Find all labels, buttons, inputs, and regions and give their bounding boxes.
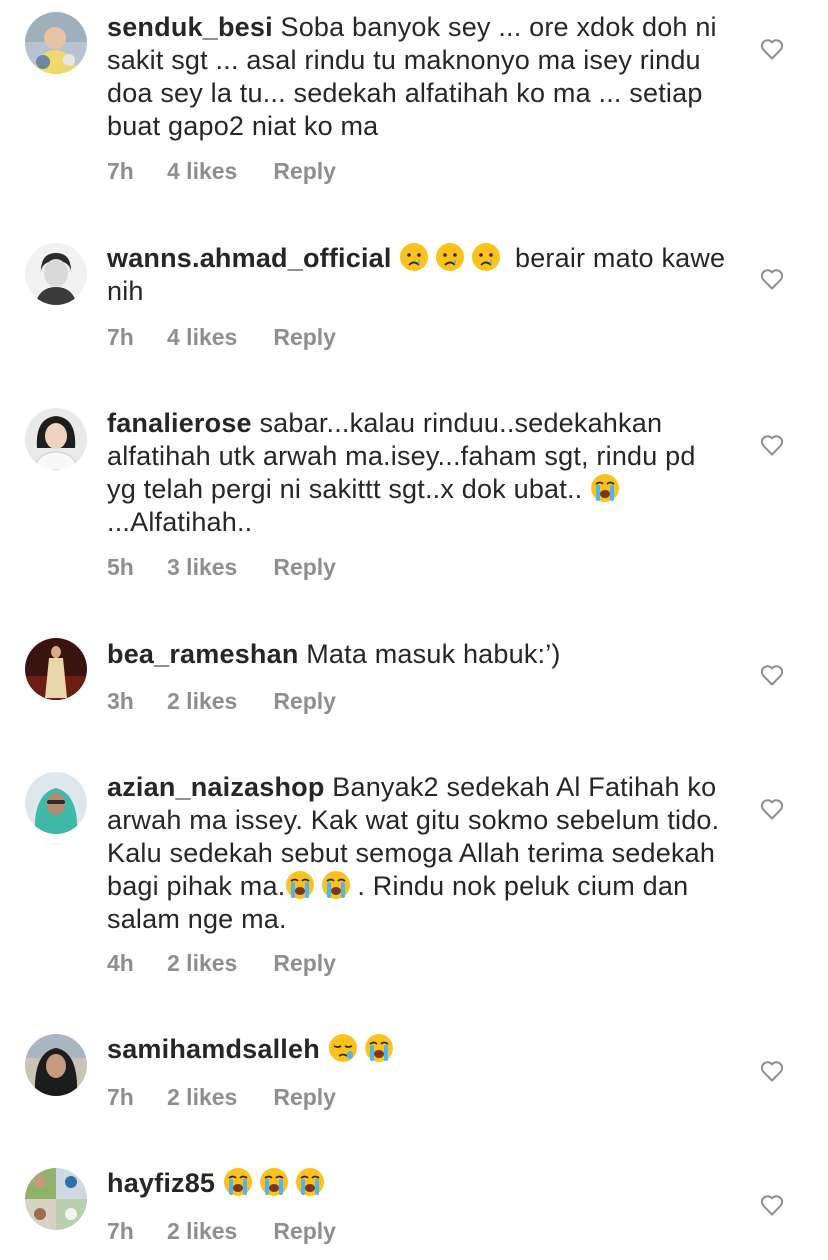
loudly-crying-face-icon — [364, 1034, 393, 1062]
crying-face-icon — [400, 243, 429, 271]
comment-meta: 7h 4 likes Reply — [107, 323, 336, 351]
loudly-crying-face-icon — [223, 1168, 252, 1196]
comment-meta: 3h 2 likes Reply — [107, 687, 336, 715]
comment-time: 7h — [107, 158, 134, 184]
like-heart-icon[interactable] — [760, 38, 784, 60]
loudly-crying-face-icon — [322, 871, 351, 899]
crying-face-icon — [436, 243, 465, 271]
like-heart-icon[interactable] — [760, 664, 784, 686]
comment-text: hayfiz85 — [107, 1167, 727, 1200]
comment-body: Mata masuk habuk:’) — [306, 639, 561, 669]
comment-meta: 7h 4 likes Reply — [107, 157, 336, 185]
reply-button[interactable]: Reply — [273, 687, 336, 715]
reply-button[interactable]: Reply — [273, 949, 336, 977]
comment-meta: 4h 2 likes Reply — [107, 949, 336, 977]
loudly-crying-face-icon — [259, 1168, 288, 1196]
comment-username[interactable]: hayfiz85 — [107, 1168, 215, 1198]
comment-time: 7h — [107, 1084, 134, 1110]
comment-username[interactable]: azian_naizashop — [107, 772, 325, 802]
comment-text: azian_naizashop Banyak2 sedekah Al Fatih… — [107, 771, 727, 936]
likes-count[interactable]: 2 likes — [167, 1083, 237, 1111]
comment-username[interactable]: fanalierose — [107, 408, 252, 438]
comment-username[interactable]: bea_rameshan — [107, 639, 299, 669]
comment-meta: 7h 2 likes Reply — [107, 1217, 336, 1245]
comment-text: wanns.ahmad_official berair mato kawe ni… — [107, 242, 727, 308]
likes-count[interactable]: 4 likes — [167, 157, 237, 185]
comment-time: 7h — [107, 324, 134, 350]
like-heart-icon[interactable] — [760, 798, 784, 820]
reply-button[interactable]: Reply — [273, 1217, 336, 1245]
like-heart-icon[interactable] — [760, 434, 784, 456]
reply-button[interactable]: Reply — [273, 553, 336, 581]
comment-text: samihamdsalleh — [107, 1033, 727, 1066]
crying-face-icon — [472, 243, 501, 271]
avatar[interactable] — [25, 1034, 87, 1096]
comment-username[interactable]: samihamdsalleh — [107, 1034, 320, 1064]
likes-count[interactable]: 4 likes — [167, 323, 237, 351]
comment-time: 4h — [107, 950, 134, 976]
comment-username[interactable]: senduk_besi — [107, 12, 273, 42]
comment-text: fanalierose sabar...kalau rinduu..sedeka… — [107, 407, 727, 539]
comment-time: 5h — [107, 554, 134, 580]
comment-text: bea_rameshan Mata masuk habuk:’) — [107, 638, 727, 671]
likes-count[interactable]: 2 likes — [167, 687, 237, 715]
reply-button[interactable]: Reply — [273, 157, 336, 185]
reply-button[interactable]: Reply — [273, 323, 336, 351]
like-heart-icon[interactable] — [760, 1194, 784, 1216]
comment-text: senduk_besi Soba banyok sey ... ore xdok… — [107, 11, 727, 143]
likes-count[interactable]: 2 likes — [167, 1217, 237, 1245]
loudly-crying-face-icon — [591, 474, 620, 502]
avatar[interactable] — [25, 638, 87, 700]
like-heart-icon[interactable] — [760, 268, 784, 290]
loudly-crying-face-icon — [295, 1168, 324, 1196]
comments-screen: { "comments": [ { "username": "senduk_be… — [0, 0, 828, 1260]
comment-username[interactable]: wanns.ahmad_official — [107, 243, 392, 273]
comment-meta: 5h 3 likes Reply — [107, 553, 336, 581]
avatar[interactable] — [25, 772, 87, 834]
like-heart-icon[interactable] — [760, 1060, 784, 1082]
comment-time: 3h — [107, 688, 134, 714]
comment-body-end: ...Alfatihah.. — [107, 507, 253, 537]
loudly-crying-face-icon — [286, 871, 315, 899]
avatar[interactable] — [25, 1168, 87, 1230]
comment-meta: 7h 2 likes Reply — [107, 1083, 336, 1111]
sleepy-face-icon — [328, 1034, 357, 1062]
avatar[interactable] — [25, 12, 87, 74]
reply-button[interactable]: Reply — [273, 1083, 336, 1111]
comment-time: 7h — [107, 1218, 134, 1244]
likes-count[interactable]: 3 likes — [167, 553, 237, 581]
avatar[interactable] — [25, 243, 87, 305]
avatar[interactable] — [25, 408, 87, 470]
likes-count[interactable]: 2 likes — [167, 949, 237, 977]
